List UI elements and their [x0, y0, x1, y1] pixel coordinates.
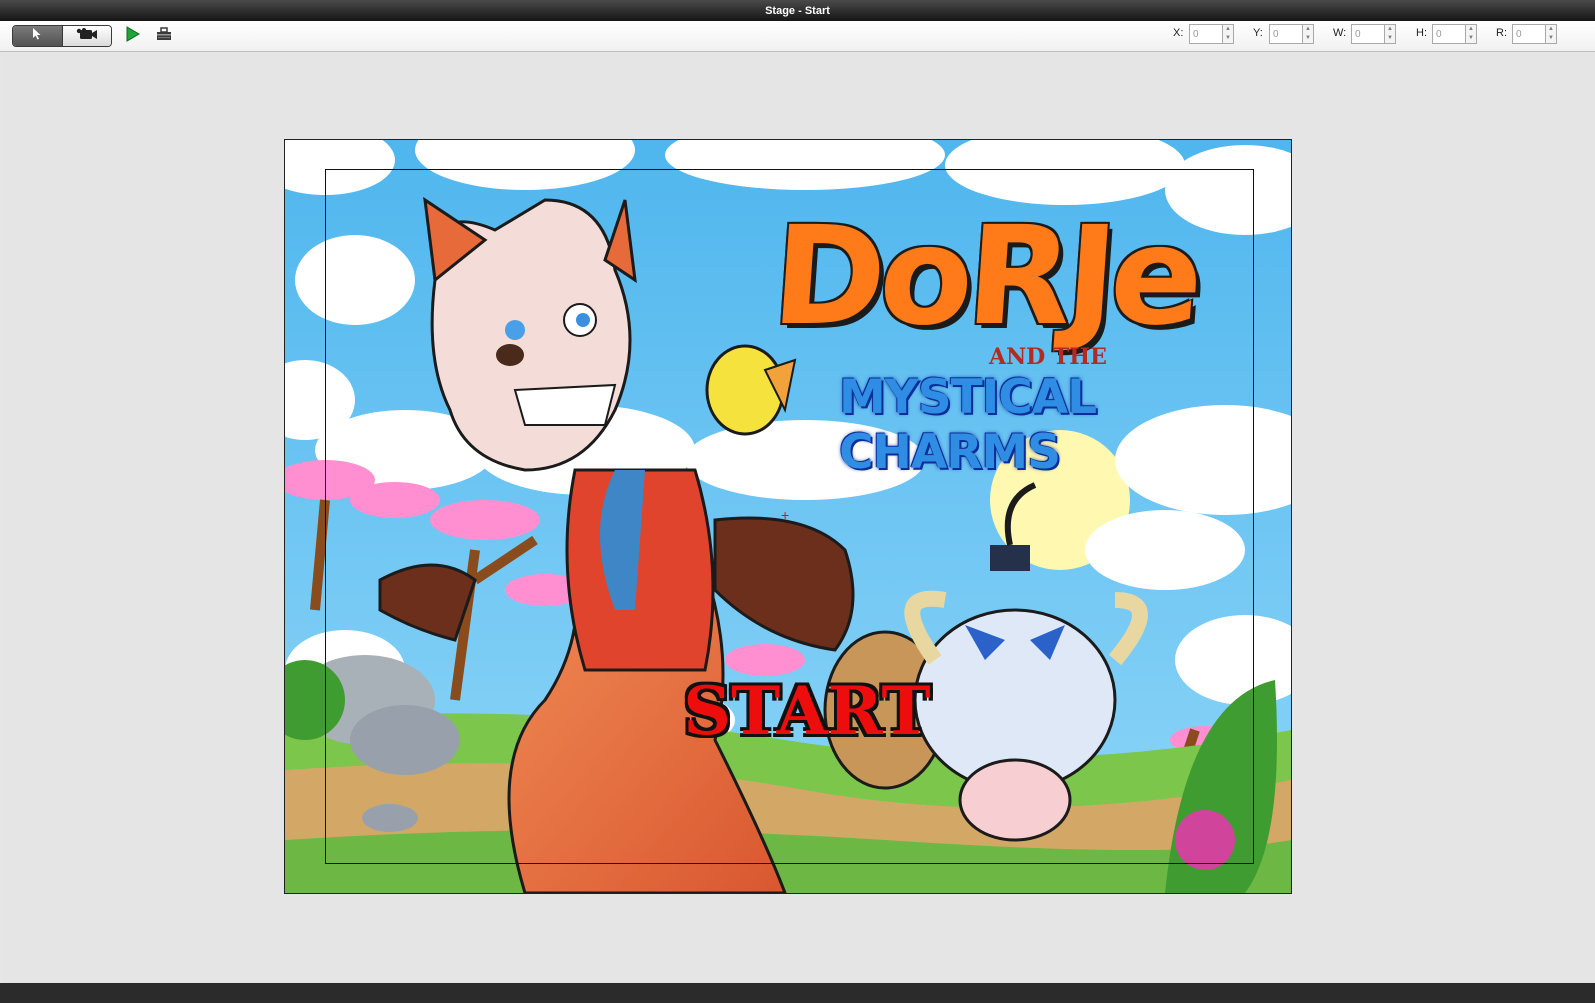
- x-field[interactable]: [1189, 24, 1223, 44]
- y-spinner[interactable]: ▲ ▼: [1303, 24, 1314, 44]
- x-label: X:: [1173, 27, 1184, 39]
- mode-toggle: [12, 25, 112, 47]
- y-field[interactable]: [1269, 24, 1303, 44]
- r-label: R:: [1496, 27, 1507, 39]
- stage-window: Stage - Start X: ▲▼: [0, 0, 1595, 1003]
- h-label: H:: [1416, 27, 1427, 39]
- play-button[interactable]: [122, 25, 142, 47]
- registration-crosshair-icon: +: [781, 507, 790, 523]
- logo-and-the: AND THE: [989, 344, 1107, 370]
- toolbar: X: ▲▼ Y: ▲▼ W: ▲▼ H: ▲▼ R: ▲▼: [0, 21, 1595, 52]
- w-field[interactable]: [1351, 24, 1385, 44]
- h-spinner[interactable]: ▲ ▼: [1466, 24, 1477, 44]
- camera-tool-button[interactable]: [61, 26, 111, 46]
- logo-subtitle: MYSTICAL CHARMS: [839, 370, 1097, 480]
- cursor-arrow-icon: [32, 27, 42, 45]
- start-button[interactable]: START: [657, 672, 957, 750]
- play-icon: [124, 25, 140, 47]
- r-field[interactable]: [1512, 24, 1546, 44]
- bottom-edge: [0, 983, 1595, 1003]
- stage-area: DoRJe AND THE MYSTICAL CHARMS START +: [2, 52, 1595, 983]
- x-spinner[interactable]: ▲ ▼: [1223, 24, 1234, 44]
- toolbox-button[interactable]: [154, 26, 174, 46]
- game-stage[interactable]: DoRJe AND THE MYSTICAL CHARMS START +: [284, 139, 1292, 894]
- select-tool-button[interactable]: [13, 26, 62, 46]
- video-camera-icon: [76, 27, 98, 45]
- y-label: Y:: [1253, 27, 1263, 39]
- game-logo: DoRJe: [767, 198, 1203, 356]
- r-spinner[interactable]: ▲ ▼: [1546, 24, 1557, 44]
- w-label: W:: [1333, 27, 1347, 39]
- w-spinner[interactable]: ▲ ▼: [1385, 24, 1396, 44]
- h-field[interactable]: [1432, 24, 1466, 44]
- toolbox-icon: [156, 26, 172, 46]
- window-title: Stage - Start: [0, 0, 1595, 21]
